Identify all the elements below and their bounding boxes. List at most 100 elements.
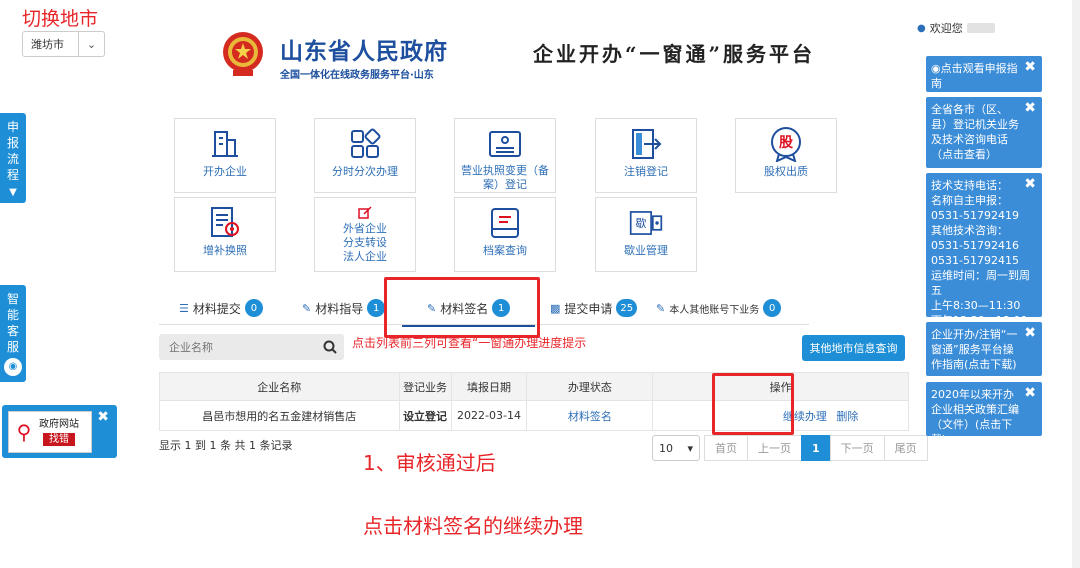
tile-label: 注销登记 [624, 165, 668, 178]
tile-label: 歇业管理 [624, 244, 668, 257]
tile-branch-conversion[interactable]: 外省企业分支转设法人企业 [314, 197, 416, 272]
notice-consult-phone[interactable]: 全省各市（区、县）登记机关业务及技术咨询电话（点击查看） ✖ [926, 97, 1042, 168]
tab-label: 材料提交 [192, 301, 241, 316]
list-icon: ☰ [179, 301, 189, 315]
tab-submit-application[interactable]: ▩ 提交申请 25 [550, 296, 638, 320]
page-size-select[interactable]: 10 ▾ [652, 435, 700, 461]
notice-line: 0531-51792416 [931, 239, 1019, 252]
close-icon[interactable]: ✖ [1024, 386, 1036, 401]
pin-icon: ▼ [9, 187, 17, 198]
cell-company-name[interactable]: 昌邑市想用的名五金建材销售店 [159, 400, 400, 431]
notice-label: 点击观看申报指南 [931, 62, 1018, 90]
tile-license-reissue[interactable]: 增补换照 [174, 197, 276, 272]
side-tab-char: 能 [6, 308, 19, 322]
company-search[interactable] [159, 334, 344, 360]
tab-material-submit[interactable]: ☰ 材料提交 0 [179, 296, 263, 320]
first-page-button[interactable]: 首页 [704, 435, 748, 461]
cell-business-type[interactable]: 设立登记 [398, 400, 452, 431]
highlight-box-continue [712, 373, 794, 435]
tile-open-business[interactable]: 开办企业 [174, 118, 276, 193]
close-icon[interactable]: ✖ [1024, 177, 1036, 192]
highlight-box-signature-tab [384, 277, 540, 338]
building-icon [208, 127, 242, 161]
side-tab-char: 服 [6, 340, 19, 354]
tab-label: 本人其他账号下业务 [669, 304, 760, 316]
svg-text:歇: 歇 [635, 217, 646, 230]
platform-title: 企业开办“一窗通”服务平台 [533, 42, 816, 66]
tile-deregistration[interactable]: 注销登记 [595, 118, 697, 193]
welcome-user[interactable]: ● 欢迎您 [917, 20, 995, 36]
tile-label: 开办企业 [203, 165, 247, 178]
annotation-step1: 1、审核通过后 [363, 451, 496, 475]
tile-equity-pledge[interactable]: 股 股权出质 [735, 118, 837, 193]
region-select-value: 潍坊市 [31, 38, 64, 51]
notice-line: 0531-51792419 [931, 209, 1019, 222]
tab-label: 材料指导 [315, 301, 364, 316]
hint-text: 点击列表前三列可查看“一窗通办理进度提示 [352, 336, 587, 350]
side-tab-ai-service[interactable]: 智 能 客 服 ◉ [0, 285, 26, 382]
tile-archive-query[interactable]: 档案查询 [454, 197, 556, 272]
chevron-down-icon[interactable]: ⌄ [78, 32, 104, 56]
notice-tech-support: 技术支持电话： 名称自主申报： 0531-51792419 其他技术咨询： 05… [926, 173, 1042, 327]
notice-text: 技术支持电话： 名称自主申报： 0531-51792419 其他技术咨询： 05… [931, 178, 1037, 328]
next-page-button[interactable]: 下一页 [829, 435, 885, 461]
delete-button[interactable]: 删除 [836, 410, 858, 423]
certificate-icon [208, 206, 242, 240]
notice-operation-guide[interactable]: 企业开办/注销“一窗通”服务平台操作指南(点击下载) ✖ [926, 322, 1042, 376]
edit-icon [348, 206, 382, 220]
other-city-query-button[interactable]: 其他地市信息查询 [802, 335, 905, 361]
notice-line: 技术支持电话： [931, 179, 1008, 192]
notice-text: ◉点击观看申报指南 [931, 61, 1037, 91]
suspend-icon: 歇 [629, 206, 663, 240]
notice-line: 其他技术咨询： [931, 224, 1008, 237]
notice-label: 企业开办/注销“一窗通”服务平台操作指南(点击下载) [931, 328, 1018, 371]
magnifier-icon: ⚲ [16, 420, 32, 444]
page-size-value: 10 [659, 441, 673, 455]
equity-icon: 股 [769, 127, 803, 162]
close-icon[interactable]: ✖ [1024, 326, 1036, 341]
tab-other-accounts[interactable]: ✎ 本人其他账号下业务 0 [656, 296, 782, 320]
tab-count-badge: 25 [616, 299, 638, 317]
tile-license-change[interactable]: 营业执照变更（备案）登记 [454, 118, 556, 193]
close-icon[interactable]: ✖ [1024, 60, 1036, 75]
table-row[interactable]: 昌邑市想用的名五金建材销售店 设立登记 2022-03-14 材料签名 继续办理… [159, 400, 909, 431]
grid-icon [348, 127, 382, 161]
business-table: 企业名称 登记业务 填报日期 办理状态 操作 昌邑市想用的名五金建材销售店 设立… [159, 372, 909, 431]
gov-website-report-link[interactable]: ⚲ 政府网站 找错 [8, 411, 92, 453]
region-select[interactable]: 潍坊市 ⌄ [22, 31, 105, 57]
tab-count-badge: 0 [763, 299, 782, 317]
notice-line: 上午8:30—11:30 [931, 299, 1021, 312]
side-tab-application-flow[interactable]: 申 报 流 程 ▼ [0, 113, 26, 203]
notice-guide-video[interactable]: ◉点击观看申报指南 ✖ [926, 56, 1042, 92]
side-tab-char: 流 [6, 152, 19, 166]
last-page-button[interactable]: 尾页 [883, 435, 928, 461]
status-link[interactable]: 材料签名 [568, 410, 612, 423]
col-header: 登记业务 [398, 372, 452, 401]
gov-website-report-box[interactable]: ⚲ 政府网站 找错 ✖ [2, 405, 117, 458]
table-header-row: 企业名称 登记业务 填报日期 办理状态 操作 [159, 372, 909, 401]
current-page-button[interactable]: 1 [801, 435, 831, 461]
notice-policy-collection[interactable]: 2020年以来开办企业相关政策汇编（文件）(点击下载) ✖ [926, 382, 1042, 446]
username-blurred [966, 23, 995, 33]
archive-icon [488, 206, 522, 240]
side-tab-char: 客 [6, 324, 19, 338]
notice-label: 全省各市（区、县）登记机关业务及技术咨询电话（点击查看） [931, 103, 1019, 161]
close-icon[interactable]: ✖ [1024, 101, 1036, 116]
cell-date[interactable]: 2022-03-14 [450, 400, 528, 431]
tile-suspension-management[interactable]: 歇 歇业管理 [595, 197, 697, 272]
notice-line: 0531-51792415 [931, 254, 1019, 267]
tile-label: 分时分次办理 [332, 165, 398, 178]
edit-icon: ✎ [302, 301, 312, 315]
tile-staged-processing[interactable]: 分时分次办理 [314, 118, 416, 193]
side-tab-char: 申 [6, 120, 19, 134]
tab-material-guidance[interactable]: ✎ 材料指导 1 [302, 296, 386, 320]
notice-label: 2020年以来开办企业相关政策汇编（文件）(点击下载) [931, 388, 1019, 446]
welcome-text: 欢迎您 [929, 22, 963, 35]
col-header: 办理状态 [526, 372, 654, 401]
prev-page-button[interactable]: 上一页 [747, 435, 802, 461]
search-icon[interactable] [316, 340, 344, 354]
page-scrollbar[interactable] [1072, 0, 1080, 568]
search-input[interactable] [159, 340, 316, 354]
record-info: 显示 1 到 1 条 共 1 条记录 [159, 439, 293, 452]
close-icon[interactable]: ✖ [97, 409, 109, 425]
